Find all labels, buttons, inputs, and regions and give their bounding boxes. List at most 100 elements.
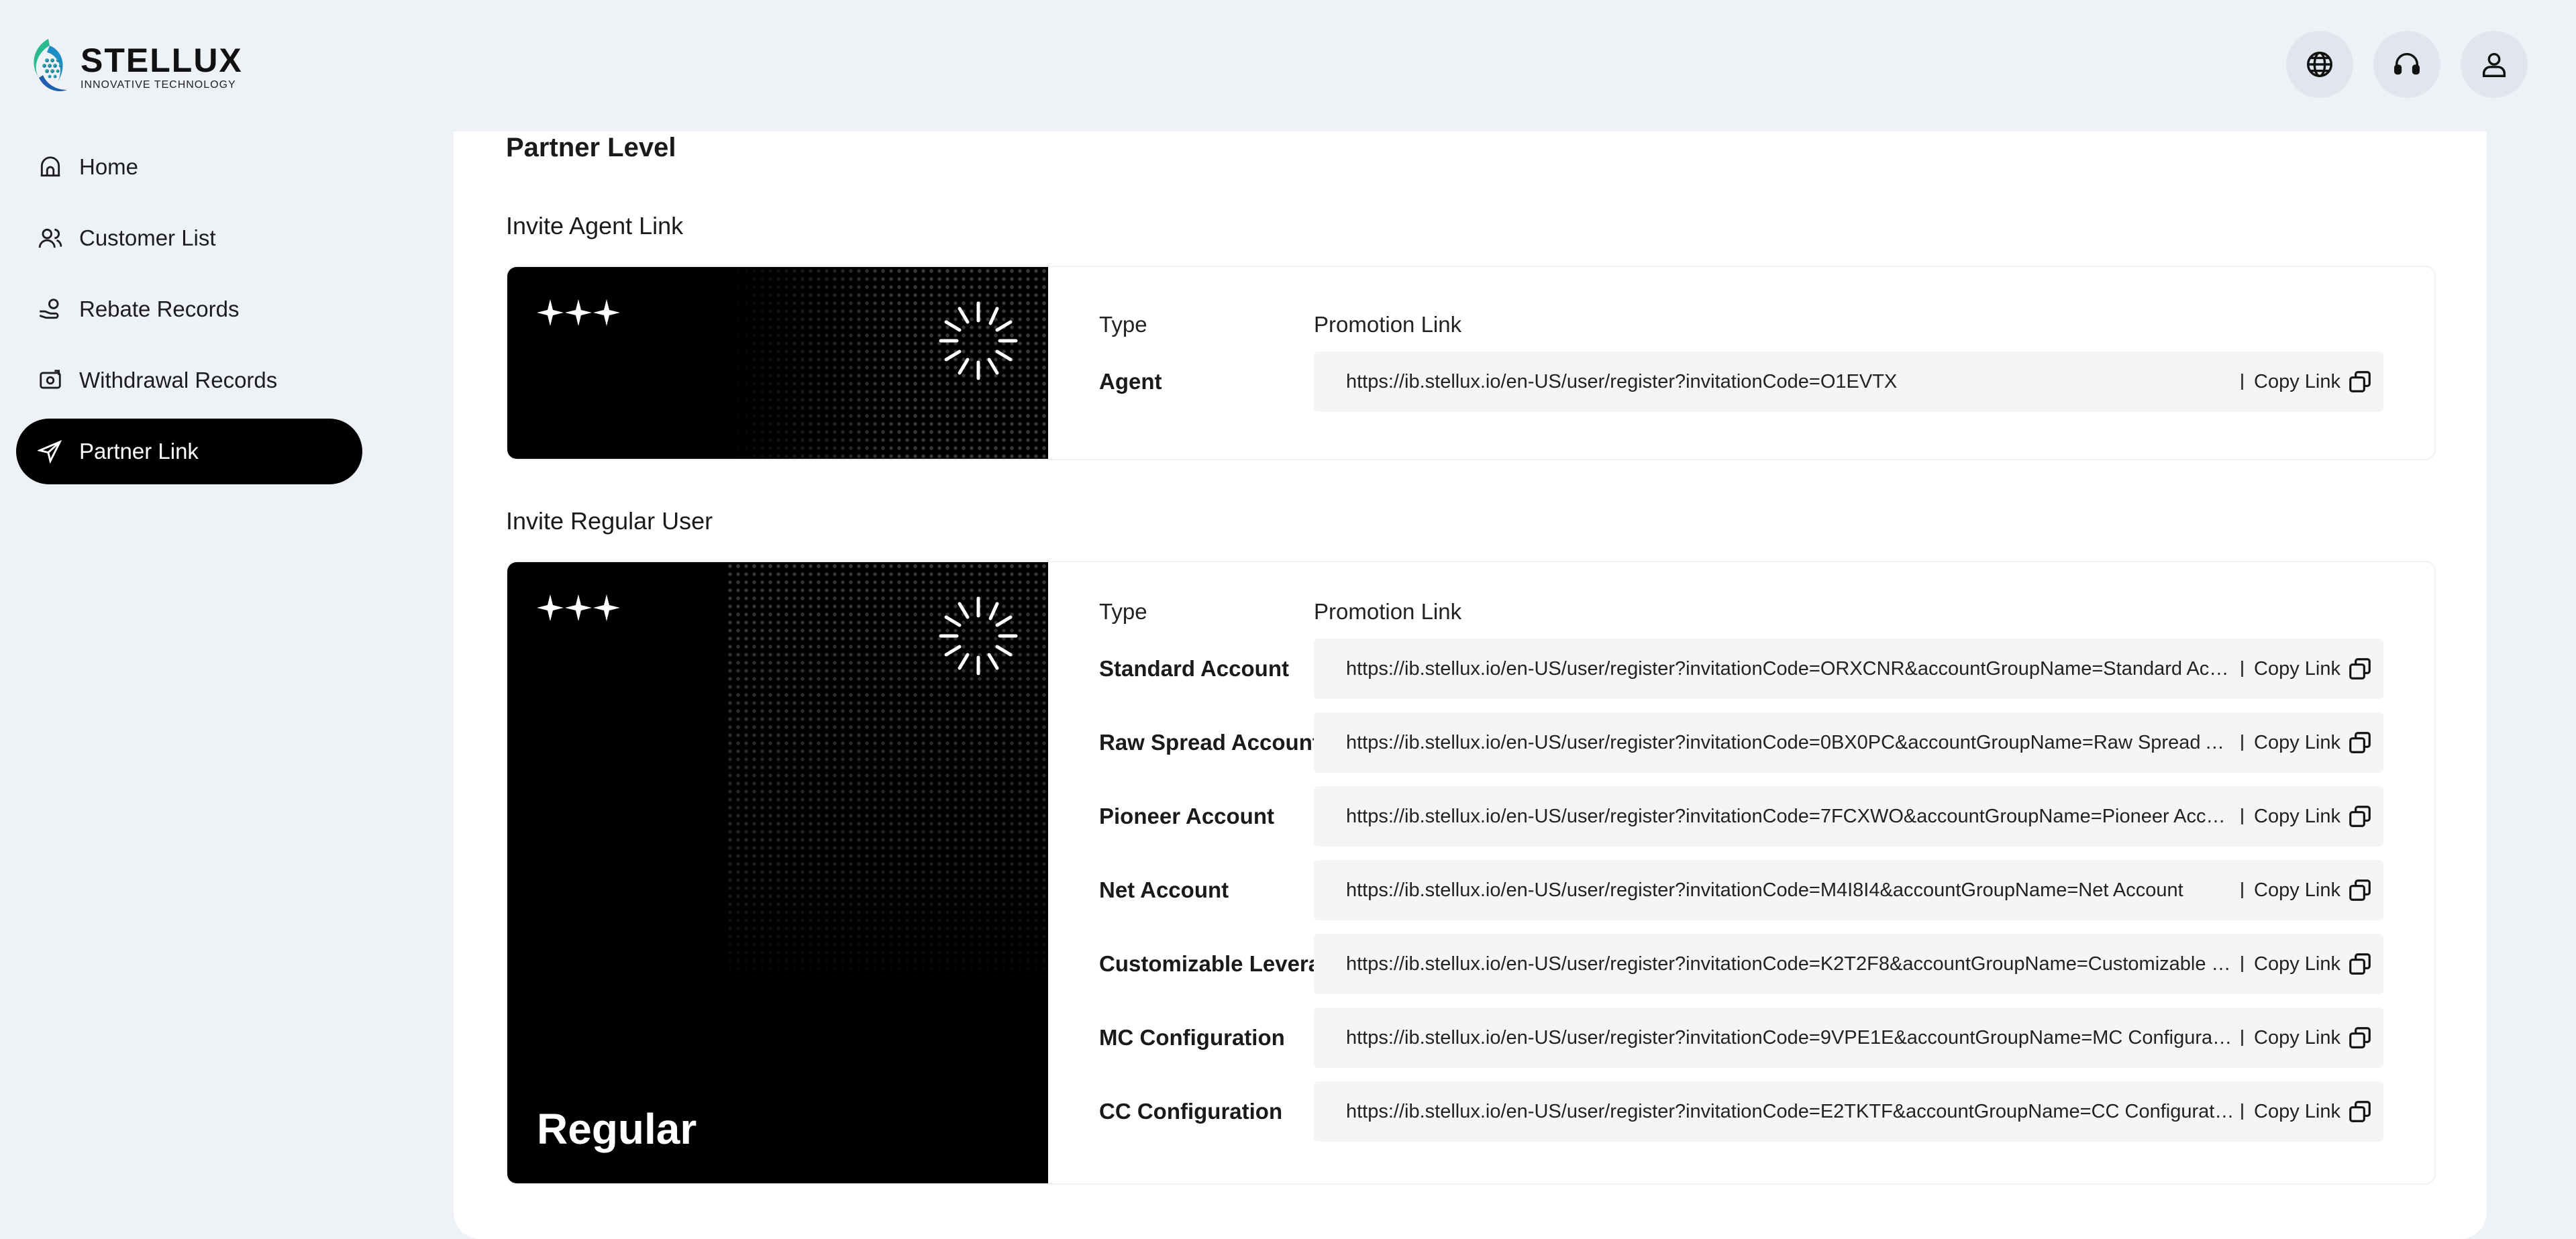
copy-link-button[interactable]: Copy Link xyxy=(2254,656,2373,682)
banner-level-label: Regular xyxy=(537,1105,697,1153)
sidebar-item-rebate-records[interactable]: Rebate Records xyxy=(16,276,362,342)
regular-section-title: Invite Regular User xyxy=(506,507,713,535)
copy-link-button[interactable]: Copy Link xyxy=(2254,877,2373,903)
copy-icon xyxy=(2349,1027,2371,1048)
sidebar-item-label: Withdrawal Records xyxy=(79,368,278,392)
link-url[interactable]: https://ib.stellux.io/en-US/user/registe… xyxy=(1346,371,2241,393)
table-row: Standard Account https://ib.stellux.io/e… xyxy=(1099,632,2383,706)
page-title: Partner Level xyxy=(506,133,676,162)
divider xyxy=(2241,1030,2244,1046)
main-panel: Partner Level Invite Agent Link Type Pro… xyxy=(454,131,2487,1239)
app-root: STELLUX INNOVATIVE TECHNOLOGY Home Custo… xyxy=(0,0,2576,1239)
col-type-header: Type xyxy=(1099,312,1147,337)
profile-button[interactable] xyxy=(2461,31,2528,98)
burst-icon xyxy=(939,596,1018,676)
table-row: Customizable Leverage https://ib.stellux… xyxy=(1099,927,2383,1001)
agent-banner xyxy=(507,267,1048,459)
table-row: Net Account https://ib.stellux.io/en-US/… xyxy=(1099,853,2383,927)
row-type: Standard Account xyxy=(1099,656,1289,681)
divider xyxy=(2241,882,2244,898)
row-type: Net Account xyxy=(1099,877,1229,902)
copy-link-label: Copy Link xyxy=(2254,805,2340,827)
copy-icon xyxy=(2349,879,2371,901)
link-field[interactable]: https://ib.stellux.io/en-US/user/registe… xyxy=(1314,786,2383,847)
sidebar-nav: Home Customer List Rebate Records Withdr… xyxy=(16,134,362,490)
col-type-header: Type xyxy=(1099,599,1147,624)
link-url[interactable]: https://ib.stellux.io/en-US/user/registe… xyxy=(1346,1101,2241,1123)
agent-invite-card: Type Promotion Link Agent https://ib.ste… xyxy=(506,266,2436,460)
row-type: Customizable Leverage xyxy=(1099,951,1314,976)
agent-section-title: Invite Agent Link xyxy=(506,212,684,239)
link-url[interactable]: https://ib.stellux.io/en-US/user/registe… xyxy=(1346,732,2241,754)
hand-coin-icon xyxy=(39,299,59,319)
link-url[interactable]: https://ib.stellux.io/en-US/user/registe… xyxy=(1346,658,2241,680)
copy-icon xyxy=(2349,658,2371,680)
link-field[interactable]: https://ib.stellux.io/en-US/user/registe… xyxy=(1314,860,2383,920)
col-link-header: Promotion Link xyxy=(1314,312,1462,337)
agent-link-table: Type Promotion Link Agent https://ib.ste… xyxy=(1099,305,2383,419)
divider xyxy=(2241,956,2244,972)
copy-link-label: Copy Link xyxy=(2254,370,2340,392)
regular-link-table: Type Promotion Link Standard Account htt… xyxy=(1099,592,2383,1148)
table-row: Pioneer Account https://ib.stellux.io/en… xyxy=(1099,779,2383,853)
link-field[interactable]: https://ib.stellux.io/en-US/user/registe… xyxy=(1314,352,2383,412)
regular-banner: Regular xyxy=(507,562,1048,1183)
stellux-logo-icon xyxy=(34,39,67,91)
copy-link-label: Copy Link xyxy=(2254,657,2340,680)
table-header: Type Promotion Link xyxy=(1099,592,2383,632)
brand-logo[interactable]: STELLUX INNOVATIVE TECHNOLOGY xyxy=(27,38,243,97)
brand-name: STELLUX xyxy=(81,42,243,79)
language-button[interactable] xyxy=(2286,31,2353,98)
row-type: CC Configuration xyxy=(1099,1099,1283,1124)
link-field[interactable]: https://ib.stellux.io/en-US/user/registe… xyxy=(1314,712,2383,773)
copy-icon xyxy=(2349,732,2371,753)
divider xyxy=(2241,1103,2244,1120)
copy-icon xyxy=(2349,371,2371,392)
copy-link-button[interactable]: Copy Link xyxy=(2254,1099,2373,1124)
users-icon xyxy=(38,228,62,248)
row-type: Pioneer Account xyxy=(1099,804,1274,828)
sidebar-item-label: Customer List xyxy=(79,225,216,250)
copy-link-button[interactable]: Copy Link xyxy=(2254,369,2373,394)
copy-link-button[interactable]: Copy Link xyxy=(2254,1025,2373,1051)
copy-link-label: Copy Link xyxy=(2254,731,2340,753)
user-icon xyxy=(2482,52,2506,77)
sidebar-item-home[interactable]: Home xyxy=(16,134,362,200)
divider xyxy=(2241,735,2244,751)
copy-link-label: Copy Link xyxy=(2254,879,2340,901)
copy-link-button[interactable]: Copy Link xyxy=(2254,804,2373,829)
link-url[interactable]: https://ib.stellux.io/en-US/user/registe… xyxy=(1346,879,2241,902)
sidebar-item-customer-list[interactable]: Customer List xyxy=(16,205,362,271)
burst-icon xyxy=(939,301,1018,380)
link-field[interactable]: https://ib.stellux.io/en-US/user/registe… xyxy=(1314,1008,2383,1068)
send-icon xyxy=(38,439,62,464)
row-type: MC Configuration xyxy=(1099,1025,1285,1050)
home-icon xyxy=(40,156,60,177)
row-type: Agent xyxy=(1099,369,1162,394)
link-field[interactable]: https://ib.stellux.io/en-US/user/registe… xyxy=(1314,1081,2383,1142)
link-field[interactable]: https://ib.stellux.io/en-US/user/registe… xyxy=(1314,934,2383,994)
headset-icon xyxy=(2394,53,2420,75)
stars-icon xyxy=(537,299,620,326)
copy-link-button[interactable]: Copy Link xyxy=(2254,951,2373,977)
support-button[interactable] xyxy=(2373,31,2440,98)
sidebar-item-label: Rebate Records xyxy=(79,297,240,321)
copy-link-button[interactable]: Copy Link xyxy=(2254,730,2373,755)
copy-link-label: Copy Link xyxy=(2254,1100,2340,1122)
table-row: Raw Spread Account https://ib.stellux.io… xyxy=(1099,706,2383,779)
link-url[interactable]: https://ib.stellux.io/en-US/user/registe… xyxy=(1346,806,2241,828)
globe-icon xyxy=(2307,52,2332,77)
sidebar-item-partner-link[interactable]: Partner Link xyxy=(16,419,362,484)
divider xyxy=(2241,808,2244,824)
table-header: Type Promotion Link xyxy=(1099,305,2383,345)
link-url[interactable]: https://ib.stellux.io/en-US/user/registe… xyxy=(1346,1027,2241,1049)
stars-icon xyxy=(537,594,620,621)
table-row: CC Configuration https://ib.stellux.io/e… xyxy=(1099,1075,2383,1148)
brand-tagline: INNOVATIVE TECHNOLOGY xyxy=(81,79,236,91)
link-field[interactable]: https://ib.stellux.io/en-US/user/registe… xyxy=(1314,639,2383,699)
regular-invite-card: Regular Type Promotion Link Standard Acc… xyxy=(506,561,2436,1185)
col-link-header: Promotion Link xyxy=(1314,599,1462,624)
sidebar-item-withdrawal-records[interactable]: Withdrawal Records xyxy=(16,347,362,413)
divider xyxy=(2241,661,2244,677)
link-url[interactable]: https://ib.stellux.io/en-US/user/registe… xyxy=(1346,953,2241,975)
